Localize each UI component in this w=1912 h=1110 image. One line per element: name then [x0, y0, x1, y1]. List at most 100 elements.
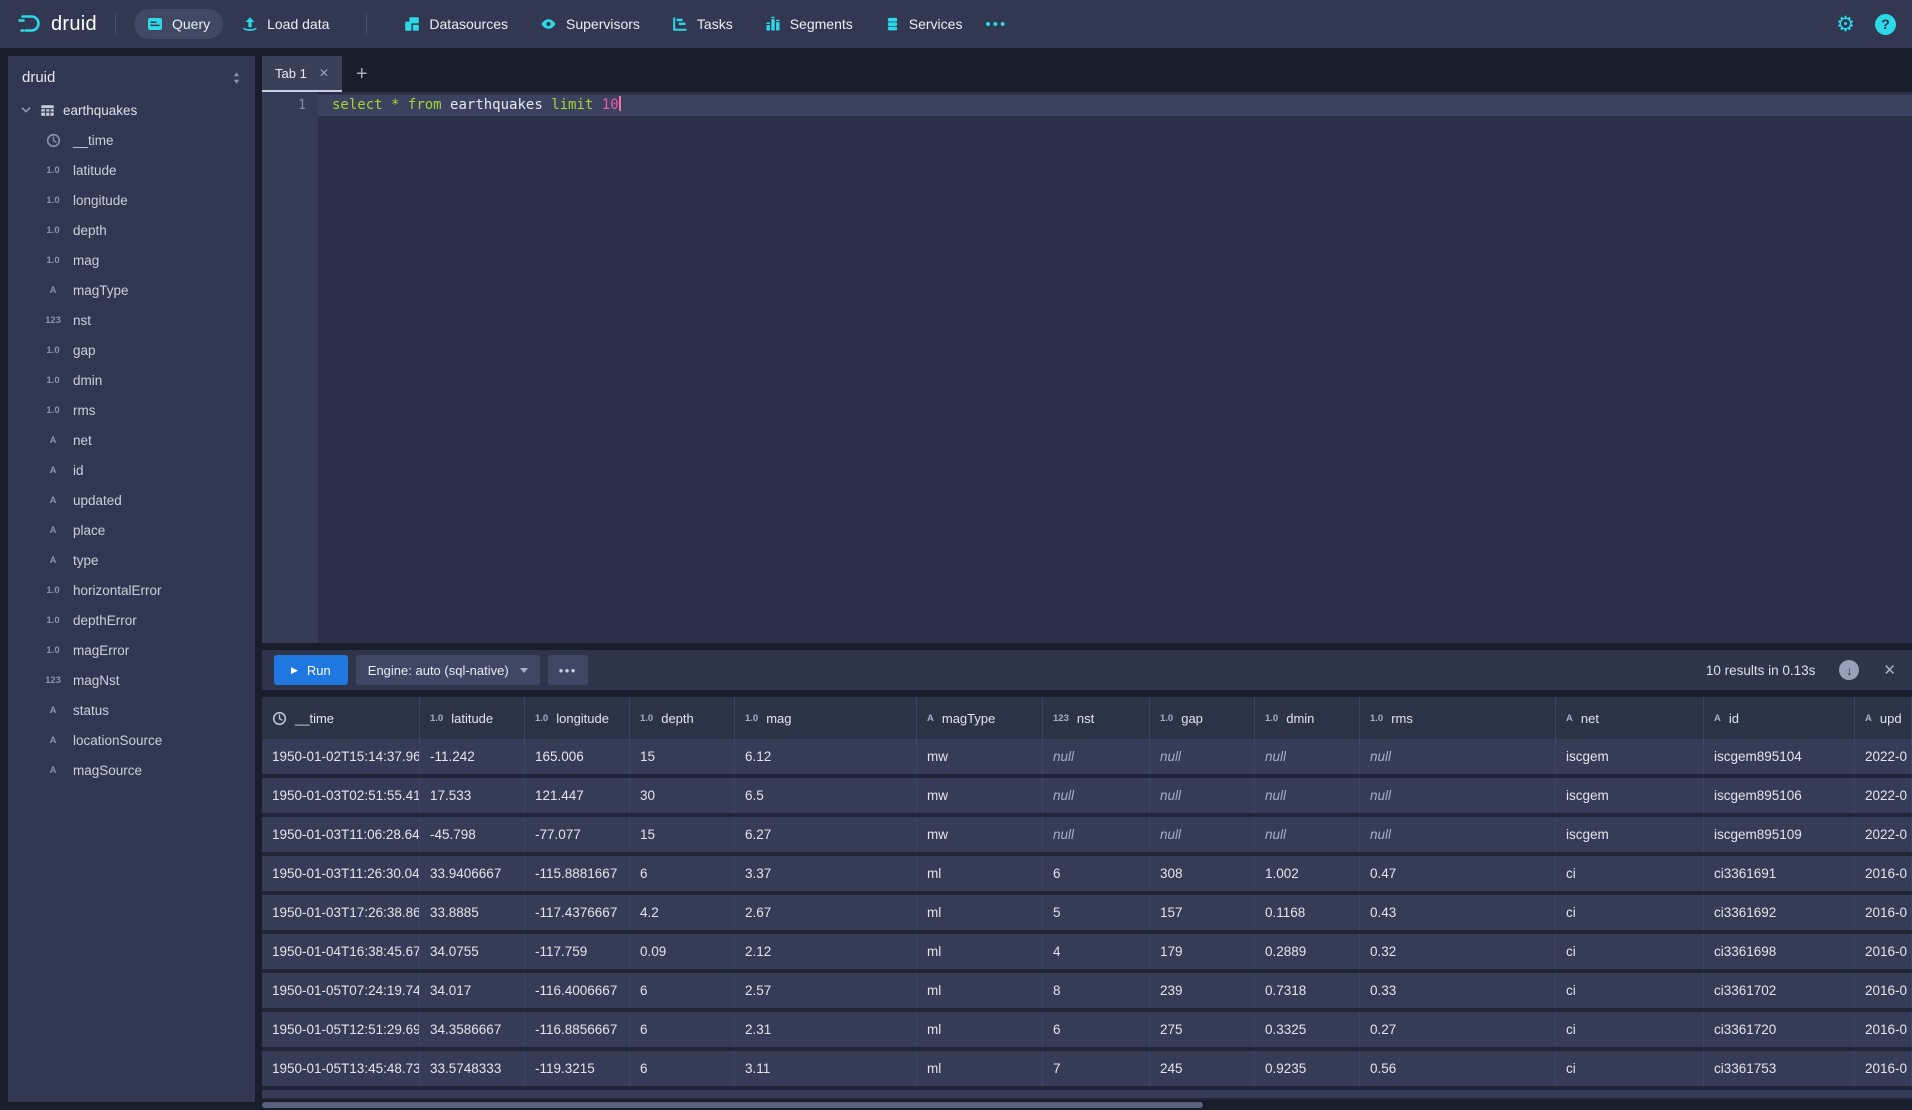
table-cell[interactable]: iscgem [1556, 778, 1704, 813]
sidebar-column-net[interactable]: Anet [8, 425, 255, 455]
table-cell[interactable]: 0.33 [1360, 973, 1556, 1008]
sidebar-column-depth[interactable]: 1.0depth [8, 215, 255, 245]
table-cell[interactable]: 15 [630, 817, 735, 852]
table-cell[interactable]: ci3361720 [1704, 1012, 1855, 1047]
table-cell[interactable]: 2016-0 [1855, 1051, 1912, 1086]
table-cell[interactable]: mw [917, 739, 1043, 774]
table-cell[interactable]: -116.4006667 [525, 973, 630, 1008]
table-cell[interactable]: 6 [630, 1051, 735, 1086]
table-cell[interactable]: 0.27 [1360, 1012, 1556, 1047]
table-cell[interactable]: 2016-0 [1855, 934, 1912, 969]
table-cell[interactable]: -11.242 [420, 739, 525, 774]
help-icon[interactable]: ? [1875, 14, 1896, 35]
table-cell[interactable]: ci3361692 [1704, 895, 1855, 930]
query-more-button[interactable]: ••• [548, 655, 588, 685]
table-cell[interactable]: 0.56 [1360, 1051, 1556, 1086]
table-cell[interactable]: ml [917, 934, 1043, 969]
table-cell[interactable]: ci [1556, 934, 1704, 969]
table-cell[interactable]: 15 [630, 739, 735, 774]
sidebar-column--time[interactable]: __time [8, 125, 255, 155]
results-header-depth[interactable]: 1.0depth [630, 697, 735, 739]
table-cell[interactable]: 0.32 [1360, 934, 1556, 969]
table-cell[interactable]: 6 [1043, 856, 1150, 891]
results-header-upd[interactable]: Aupd [1855, 697, 1912, 739]
table-cell[interactable]: 2022-0 [1855, 778, 1912, 813]
results-header-rms[interactable]: 1.0rms [1360, 697, 1556, 739]
table-cell[interactable]: iscgem [1556, 817, 1704, 852]
table-cell[interactable]: 0.09 [630, 934, 735, 969]
table-cell[interactable]: 0.1168 [1255, 895, 1360, 930]
table-cell[interactable]: null [1360, 778, 1556, 813]
sidebar-column-type[interactable]: Atype [8, 545, 255, 575]
table-cell[interactable]: 245 [1150, 1051, 1255, 1086]
sidebar-column-updated[interactable]: Aupdated [8, 485, 255, 515]
nav-more-button[interactable]: ••• [975, 16, 1017, 33]
sql-query-line[interactable]: select * from earthquakes limit 10 [318, 95, 1912, 116]
druid-logo[interactable]: druid [16, 11, 97, 37]
table-cell[interactable]: 8 [1043, 973, 1150, 1008]
table-cell[interactable]: -77.077 [525, 817, 630, 852]
table-cell[interactable]: mw [917, 817, 1043, 852]
nav-item-supervisors[interactable]: Supervisors [527, 9, 653, 39]
sidebar-column-locationsource[interactable]: AlocationSource [8, 725, 255, 755]
sidebar-column-longitude[interactable]: 1.0longitude [8, 185, 255, 215]
table-cell[interactable]: ci [1556, 1051, 1704, 1086]
table-cell[interactable]: 33.9406667 [420, 856, 525, 891]
table-cell[interactable]: 157 [1150, 895, 1255, 930]
table-cell[interactable]: 239 [1150, 973, 1255, 1008]
table-cell[interactable]: null [1150, 778, 1255, 813]
sidebar-column-horizontalerror[interactable]: 1.0horizontalError [8, 575, 255, 605]
table-cell[interactable]: iscgem895104 [1704, 739, 1855, 774]
sidebar-column-id[interactable]: Aid [8, 455, 255, 485]
tab-close-icon[interactable]: ✕ [319, 66, 329, 80]
table-cell[interactable]: 0.43 [1360, 895, 1556, 930]
sidebar-column-dmin[interactable]: 1.0dmin [8, 365, 255, 395]
table-cell[interactable]: 4.2 [630, 895, 735, 930]
table-cell[interactable]: 179 [1150, 934, 1255, 969]
table-cell[interactable]: 0.2889 [1255, 934, 1360, 969]
table-cell[interactable]: iscgem [1556, 739, 1704, 774]
table-cell[interactable]: -116.8856667 [525, 1012, 630, 1047]
table-cell[interactable]: 3.11 [735, 1051, 917, 1086]
table-cell[interactable]: ml [917, 973, 1043, 1008]
table-cell[interactable]: 2022-0 [1855, 817, 1912, 852]
table-cell[interactable]: ci3361691 [1704, 856, 1855, 891]
sidebar-column-magtype[interactable]: AmagType [8, 275, 255, 305]
results-header-latitude[interactable]: 1.0latitude [420, 697, 525, 739]
table-cell[interactable]: ci [1556, 856, 1704, 891]
table-cell[interactable]: 33.8885 [420, 895, 525, 930]
nav-item-segments[interactable]: Segments [752, 9, 866, 39]
table-cell[interactable]: ci3361702 [1704, 973, 1855, 1008]
table-cell[interactable]: 1950-01-05T12:51:29.690Z [262, 1012, 420, 1047]
nav-item-tasks[interactable]: Tasks [659, 9, 746, 39]
close-results-icon[interactable]: ✕ [1883, 661, 1896, 679]
nav-item-query[interactable]: Query [134, 9, 223, 39]
table-cell[interactable]: 0.3325 [1255, 1012, 1360, 1047]
nav-item-load-data[interactable]: Load data [229, 9, 342, 39]
table-cell[interactable]: ml [917, 895, 1043, 930]
table-cell[interactable]: null [1150, 739, 1255, 774]
table-cell[interactable]: 275 [1150, 1012, 1255, 1047]
table-cell[interactable]: 1950-01-05T07:24:19.740Z [262, 973, 420, 1008]
table-cell[interactable]: 0.47 [1360, 856, 1556, 891]
table-cell[interactable]: 1.002 [1255, 856, 1360, 891]
table-cell[interactable]: 2016-0 [1855, 895, 1912, 930]
sidebar-column-place[interactable]: Aplace [8, 515, 255, 545]
gear-icon[interactable]: ⚙ [1836, 14, 1855, 35]
table-cell[interactable]: 6 [630, 1012, 735, 1047]
table-cell[interactable]: 3.37 [735, 856, 917, 891]
table-cell[interactable]: 2.67 [735, 895, 917, 930]
table-cell[interactable]: 1950-01-03T02:51:55.410Z [262, 778, 420, 813]
table-cell[interactable]: 34.0755 [420, 934, 525, 969]
results-header-net[interactable]: Anet [1556, 697, 1704, 739]
table-cell[interactable]: ml [917, 856, 1043, 891]
results-header-mag[interactable]: 1.0mag [735, 697, 917, 739]
table-cell[interactable]: 0.7318 [1255, 973, 1360, 1008]
sidebar-column-latitude[interactable]: 1.0latitude [8, 155, 255, 185]
table-cell[interactable]: mw [917, 778, 1043, 813]
results-header-id[interactable]: Aid [1704, 697, 1855, 739]
table-cell[interactable]: 2.57 [735, 973, 917, 1008]
sidebar-column-mag[interactable]: 1.0mag [8, 245, 255, 275]
tab-tab-1[interactable]: Tab 1 ✕ [262, 56, 342, 92]
table-cell[interactable]: iscgem895106 [1704, 778, 1855, 813]
